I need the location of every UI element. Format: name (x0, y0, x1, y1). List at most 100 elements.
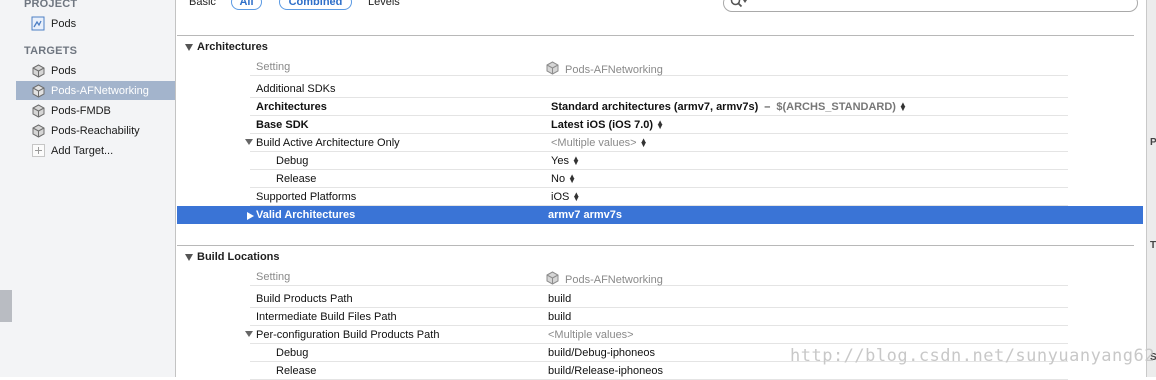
setting-value[interactable]: build (548, 311, 571, 323)
setting-row-debug[interactable]: Debug Yes ▲ ▼ (250, 152, 1068, 170)
setting-value[interactable]: build/Debug-iphoneos (548, 347, 655, 359)
add-target-button[interactable]: Add Target... (16, 141, 175, 160)
target-icon (30, 103, 46, 119)
setting-row-release[interactable]: Release No ▲ ▼ (250, 170, 1068, 188)
setting-value: <Multiple values> (551, 137, 637, 149)
setting-name: Release (276, 365, 317, 377)
setting-row-build-active-architecture-only[interactable]: Build Active Architecture Only <Multiple… (245, 134, 1068, 152)
section-architectures-header[interactable]: Architectures (185, 41, 268, 53)
target-icon (545, 61, 560, 78)
setting-name: Release (276, 173, 317, 185)
setting-name: Build Products Path (256, 293, 353, 305)
target-icon (545, 271, 560, 288)
target-column-name: Pods-AFNetworking (565, 273, 663, 286)
sidebar-item-label: Pods-Reachability (51, 124, 140, 137)
project-section-header: PROJECT (24, 0, 78, 10)
section-divider (177, 35, 1134, 36)
setting-value[interactable]: armv7 armv7s (548, 209, 622, 221)
setting-row-build-products-path[interactable]: Build Products Path build (250, 290, 1068, 308)
setting-value-container[interactable]: Standard architectures (armv7, armv7s) – $… (551, 101, 907, 113)
sidebar-item-label: Pods (51, 17, 77, 30)
setting-name: Additional SDKs (256, 83, 336, 95)
sidebar-item-label: Pods-FMDB (51, 104, 111, 117)
setting-row-valid-architectures[interactable]: Valid Architectures armv7 armv7s (177, 206, 1143, 224)
setting-name: Debug (276, 347, 309, 359)
setting-row-supported-platforms[interactable]: Supported Platforms iOS ▲ ▼ (250, 188, 1068, 206)
setting-value: iOS (551, 191, 570, 203)
setting-value: Yes (551, 155, 569, 167)
setting-row-base-sdk[interactable]: Base SDK Latest iOS (iOS 7.0) ▲ ▼ (250, 116, 1068, 134)
target-column-name: Pods-AFNetworking (565, 63, 663, 76)
target-icon (30, 83, 46, 99)
setting-value[interactable]: <Multiple values> (548, 329, 634, 341)
filter-all-button[interactable]: All (231, 0, 262, 10)
disclosure-triangle-icon[interactable] (185, 253, 193, 261)
inspector-panel-edge: P T S (1146, 0, 1156, 377)
inspector-letter: P (1150, 137, 1156, 148)
filter-combined-button[interactable]: Combined (279, 0, 352, 10)
search-icon (730, 0, 748, 12)
sidebar-item-target-pods[interactable]: Pods (16, 61, 175, 80)
setting-name: Base SDK (256, 119, 309, 131)
sidebar-item-project-pods[interactable]: Pods (16, 14, 175, 33)
setting-value-container[interactable]: No ▲ ▼ (551, 173, 576, 185)
setting-name: Intermediate Build Files Path (256, 311, 397, 323)
section-divider (177, 245, 1134, 246)
setting-value: Standard architectures (armv7, armv7s) (551, 101, 759, 113)
section-title: Build Locations (197, 251, 280, 263)
target-icon (30, 123, 46, 139)
project-navigator-sidebar: PROJECT Pods TARGETS Pods Pods-AFNetwork… (0, 0, 176, 377)
disclosure-triangle-icon[interactable] (247, 211, 254, 223)
sidebar-item-target-pods-afnetworking[interactable]: Pods-AFNetworking (16, 81, 175, 100)
targets-section-header: TARGETS (24, 45, 78, 57)
filter-levels-button[interactable]: Levels (368, 0, 400, 8)
disclosure-triangle-icon[interactable] (185, 43, 193, 51)
target-column-label: Pods-AFNetworking (545, 271, 663, 288)
sidebar-item-label: Pods-AFNetworking (51, 84, 149, 97)
popup-stepper-icon[interactable]: ▲ ▼ (572, 155, 580, 167)
popup-stepper-icon[interactable]: ▲ ▼ (640, 137, 648, 149)
sidebar-item-label: Pods (51, 64, 77, 77)
popup-stepper-icon[interactable]: ▲ ▼ (899, 101, 907, 113)
separator-dash: – (764, 101, 771, 113)
project-icon (30, 16, 46, 32)
setting-name: Supported Platforms (256, 191, 357, 203)
setting-name: Valid Architectures (256, 209, 356, 221)
setting-row-per-configuration-build-products-path[interactable]: Per-configuration Build Products Path <M… (245, 326, 1068, 344)
setting-name: Per-configuration Build Products Path (256, 329, 440, 341)
setting-name: Architectures (256, 101, 327, 113)
popup-stepper-icon[interactable]: ▲ ▼ (656, 119, 664, 131)
setting-value-container[interactable]: iOS ▲ ▼ (551, 191, 580, 203)
search-input[interactable] (723, 0, 1138, 12)
setting-value[interactable]: build (548, 293, 571, 305)
setting-row-additional-sdks[interactable]: Additional SDKs (250, 80, 1068, 98)
setting-name: Build Active Architecture Only (256, 137, 400, 149)
section-build-locations-header[interactable]: Build Locations (185, 251, 280, 263)
popup-stepper-icon[interactable]: ▲ ▼ (572, 191, 580, 203)
setting-value: Latest iOS (iOS 7.0) (551, 119, 654, 131)
popup-stepper-icon[interactable]: ▲ ▼ (568, 173, 576, 185)
setting-value: No (551, 173, 566, 185)
sidebar-item-target-pods-fmdb[interactable]: Pods-FMDB (16, 101, 175, 120)
watermark-text: http://blog.csdn.net/sunyuanyang625 (790, 346, 1156, 366)
settings-column-header: Setting Pods-AFNetworking (250, 268, 1068, 286)
setting-value[interactable]: build/Release-iphoneos (548, 365, 663, 377)
inspector-letter: T (1150, 240, 1156, 251)
setting-column-label: Setting (256, 271, 291, 283)
setting-value-container[interactable]: <Multiple values> ▲ ▼ (551, 137, 648, 149)
sidebar-item-target-pods-reachability[interactable]: Pods-Reachability (16, 121, 175, 140)
setting-name: Debug (276, 155, 309, 167)
setting-value-suffix: $(ARCHS_STANDARD) (776, 101, 896, 113)
add-target-label: Add Target... (51, 144, 114, 157)
sidebar-resize-handle[interactable] (0, 290, 12, 322)
setting-value-container[interactable]: Latest iOS (iOS 7.0) ▲ ▼ (551, 119, 664, 131)
settings-column-header: Setting Pods-AFNetworking (250, 58, 1068, 76)
setting-value-container[interactable]: Yes ▲ ▼ (551, 155, 580, 167)
plus-icon (30, 143, 46, 159)
section-title: Architectures (197, 41, 268, 53)
filter-basic-button[interactable]: Basic (189, 0, 216, 8)
setting-column-label: Setting (256, 61, 291, 73)
setting-row-architectures[interactable]: Architectures Standard architectures (ar… (250, 98, 1068, 116)
setting-row-intermediate-build-files-path[interactable]: Intermediate Build Files Path build (250, 308, 1068, 326)
target-icon (30, 63, 46, 79)
